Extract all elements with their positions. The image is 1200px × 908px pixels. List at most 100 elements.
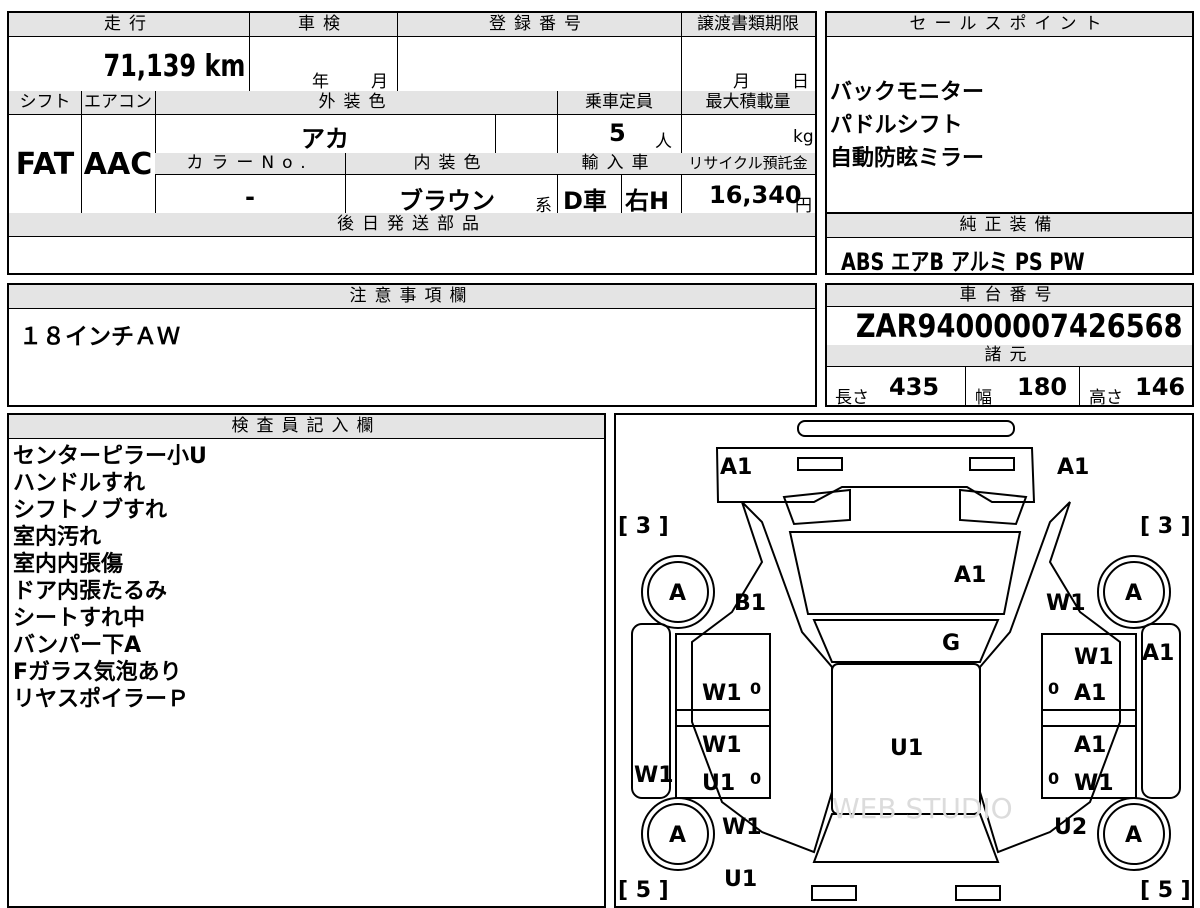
wheel-grade-lr: A: [669, 823, 686, 848]
mark-rear-door-left-top: W1: [702, 733, 742, 758]
inspector-note: Fガラス気泡あり: [13, 660, 182, 685]
capacity-unit: 人: [655, 132, 672, 152]
chassis-number: ZAR94000007426568: [855, 307, 1183, 345]
inspector-note: ドア内張たるみ: [13, 579, 168, 604]
wheel-grade-lf: A: [669, 581, 686, 606]
deadline-month-unit: 月: [733, 72, 750, 92]
color-no-value: -: [245, 183, 255, 211]
shift-value: FAT: [15, 147, 75, 182]
mark-rear-door-left: U1: [702, 771, 735, 796]
mark-fender-left: B1: [734, 591, 766, 616]
max-load-header: 最大積載量: [681, 91, 815, 115]
wheel-grade-rf: A: [1125, 581, 1142, 606]
mark-bonnet: A1: [954, 563, 986, 588]
capacity-value: 5: [609, 119, 626, 147]
sales-points-box: セールスポイント バックモニター パドルシフト 自動防眩ミラー: [825, 11, 1194, 214]
mark-front-door-right: A1: [1074, 681, 1106, 706]
specs-header: 諸元: [827, 345, 1192, 367]
length-label: 長さ: [835, 388, 869, 408]
mark-quarter-right: U2: [1054, 815, 1087, 840]
registration-header: 登録番号: [397, 13, 681, 37]
mark-front-right: A1: [1057, 455, 1089, 480]
car-diagram: [ 3 ] [ 3 ] [ 5 ] [ 5 ] A A A A A1 A1 A1…: [618, 420, 1191, 903]
sales-points-header: セールスポイント: [827, 13, 1192, 37]
mark-front-door-left: W1: [702, 681, 742, 706]
mark-windshield: G: [942, 631, 960, 656]
mark-zero: 0: [1048, 679, 1059, 698]
mark-right-pillar: A1: [1142, 641, 1174, 666]
inspector-note: リヤスポイラーＰ: [13, 687, 190, 712]
interior-color-header: 内装色: [345, 153, 557, 175]
equipment-value: ABS エアB アルミ PS PW: [841, 248, 1085, 276]
inspector-note: 室内汚れ: [13, 525, 102, 550]
aircon-header: エアコン: [81, 91, 155, 115]
wheel-grade-rr: A: [1125, 823, 1142, 848]
tire-right-front: [ 3 ]: [1140, 514, 1191, 539]
sales-point-item: バックモニター: [830, 80, 985, 105]
height-label: 高さ: [1089, 388, 1123, 408]
inspector-note: 室内内張傷: [13, 552, 124, 577]
mark-rear: U1: [724, 867, 757, 892]
recycle-fee-value: 16,340: [709, 181, 802, 209]
inspector-note: センターピラー小U: [13, 444, 207, 469]
exterior-color-value: アカ: [301, 125, 349, 153]
inspector-box: 検査員記入欄 センターピラー小U ハンドルすれ シフトノブすれ 室内汚れ 室内内…: [7, 413, 606, 908]
sales-point-item: パドルシフト: [830, 113, 963, 138]
tire-right-rear: [ 5 ]: [1140, 878, 1191, 903]
mark-zero: 0: [1048, 769, 1059, 788]
inspector-note: ハンドルすれ: [13, 471, 146, 496]
mark-roof: U1: [890, 736, 923, 761]
chassis-box: 車台番号 ZAR94000007426568 諸元 長さ 435 幅 180 高…: [825, 283, 1194, 408]
import-type-value: D車: [563, 187, 607, 215]
notes-value: １８インチＡＷ: [19, 324, 180, 350]
mark-sill-left: W1: [634, 763, 674, 788]
recycle-header: リサイクル預託金: [681, 153, 815, 175]
inspector-header: 検査員記入欄: [9, 415, 604, 439]
length-value: 435: [889, 373, 940, 401]
inspector-note: シートすれ中: [13, 606, 146, 631]
later-parts-header: 後日発送部品: [9, 213, 815, 237]
inspection-month-unit: 月: [371, 72, 388, 92]
load-unit: kg: [793, 127, 814, 147]
inspection-year-unit: 年: [312, 72, 329, 92]
sales-point-item: 自動防眩ミラー: [830, 146, 985, 171]
mileage-header: 走行: [9, 13, 249, 37]
inspector-notes-list: センターピラー小U ハンドルすれ シフトノブすれ 室内汚れ 室内内張傷 ドア内張…: [13, 443, 207, 713]
steering-value: 右H: [625, 187, 670, 215]
width-label: 幅: [975, 388, 992, 408]
interior-color-value: ブラウン: [399, 187, 495, 215]
vehicle-spec-table: 走行 車検 登録番号 譲渡書類期限 71,139 km 年 月 月 日 シフト …: [7, 11, 817, 275]
tire-left-front: [ 3 ]: [618, 514, 669, 539]
notes-box: 注意事項欄 １８インチＡＷ: [7, 283, 817, 407]
import-header: 輸入車: [557, 153, 681, 175]
capacity-header: 乗車定員: [557, 91, 681, 115]
inspection-header: 車検: [249, 13, 397, 37]
width-value: 180: [1017, 373, 1068, 401]
tire-left-rear: [ 5 ]: [618, 878, 669, 903]
mark-front-door-right-top: W1: [1074, 645, 1114, 670]
mileage-value: 71,139 km: [103, 49, 245, 84]
inspector-note: シフトノブすれ: [13, 498, 168, 523]
mark-rear-door-right-top: A1: [1074, 733, 1106, 758]
mark-zero: 0: [750, 679, 761, 698]
mark-rear-door-right: W1: [1074, 771, 1114, 796]
color-no-header: カラーNo.: [155, 153, 345, 175]
aircon-value: AAC: [83, 147, 153, 182]
inspector-note: バンパー下A: [13, 633, 142, 658]
shift-header: シフト: [9, 91, 81, 115]
mark-fender-right: W1: [1046, 591, 1086, 616]
chassis-header: 車台番号: [827, 285, 1192, 307]
mark-zero: 0: [750, 769, 761, 788]
height-value: 146: [1135, 373, 1186, 401]
exterior-color-header: 外装色: [155, 91, 557, 115]
notes-header: 注意事項欄: [9, 285, 815, 309]
deadline-day-unit: 日: [792, 72, 809, 92]
sales-points-list: バックモニター パドルシフト 自動防眩ミラー: [830, 79, 984, 172]
watermark: WEB STUDIO: [832, 792, 1013, 825]
mark-quarter-left: W1: [722, 815, 762, 840]
damage-diagram-box: [ 3 ] [ 3 ] [ 5 ] [ 5 ] A A A A A1 A1 A1…: [614, 413, 1194, 908]
deadline-header: 譲渡書類期限: [681, 13, 815, 37]
mark-front-left: A1: [720, 455, 752, 480]
equipment-header: 純正装備: [827, 214, 1192, 238]
equipment-box: 純正装備 ABS エアB アルミ PS PW: [825, 212, 1194, 276]
